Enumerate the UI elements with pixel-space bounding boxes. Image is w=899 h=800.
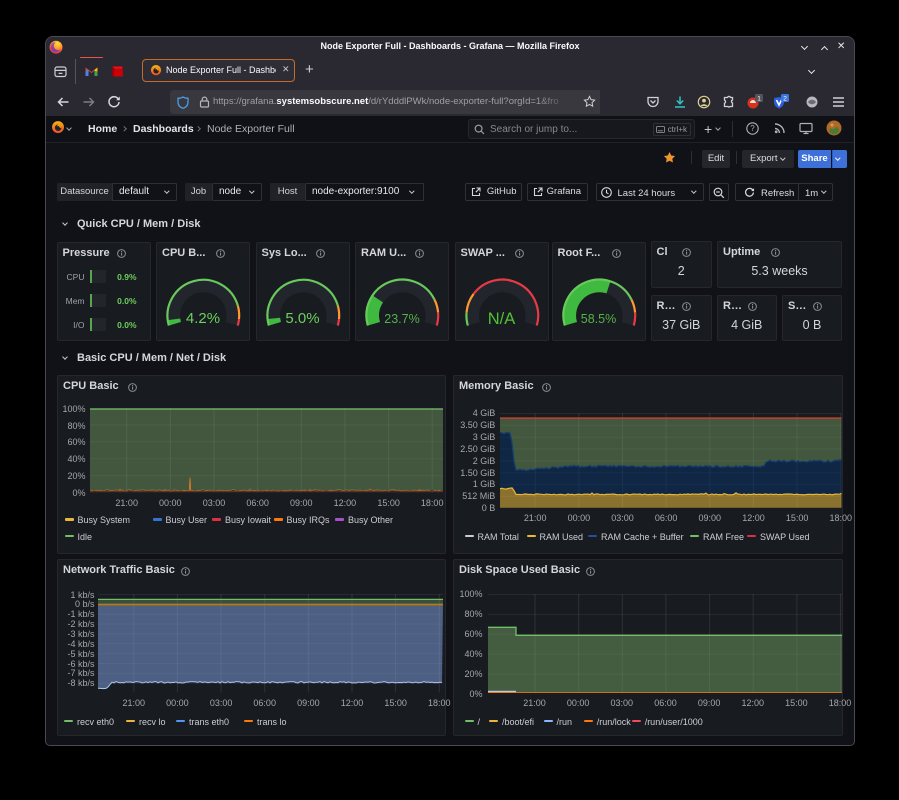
svg-text:2: 2: [783, 95, 787, 102]
svg-text:?: ?: [750, 124, 755, 133]
svg-text:1: 1: [757, 95, 761, 102]
